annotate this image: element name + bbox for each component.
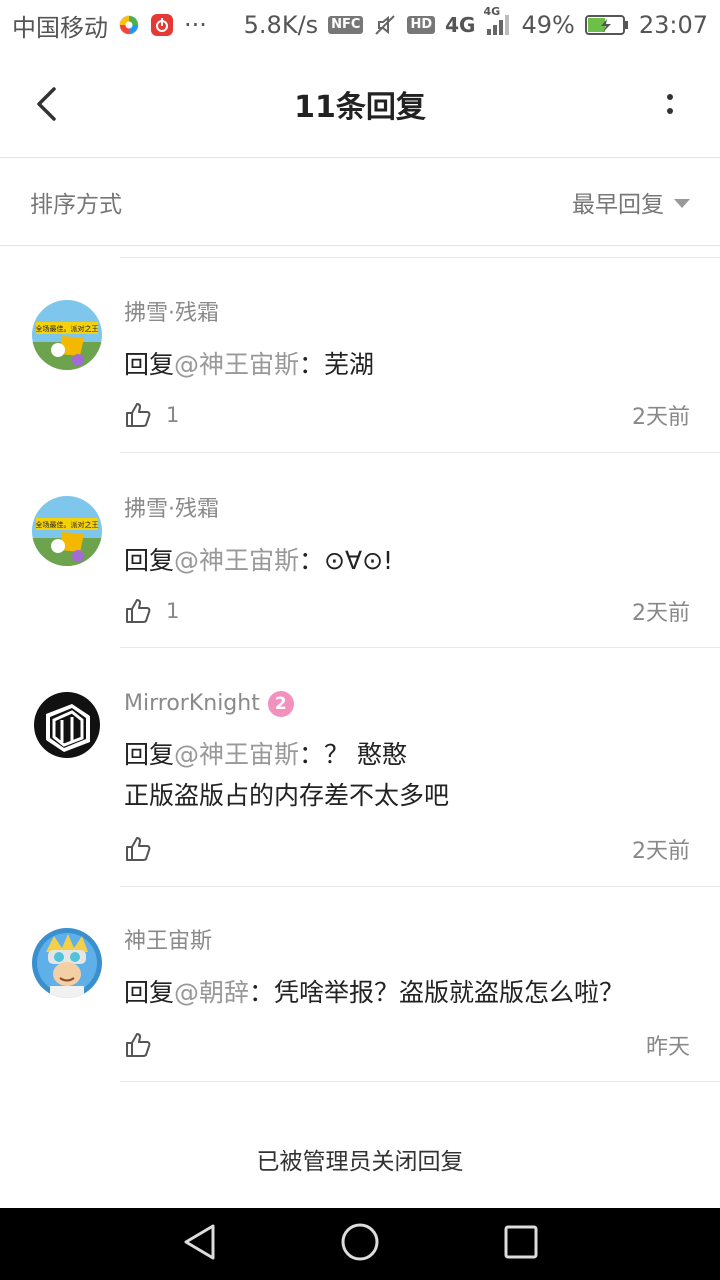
reply-content-line2: 正版盗版占的内存差不太多吧 [124, 781, 450, 810]
status-bar: 中国移动 ··· 5.8K/s NFC HD 4G 4G 49% 23:07 [0, 0, 720, 50]
network-type-secondary: 4G [483, 5, 501, 18]
divider [120, 452, 720, 453]
like-button[interactable]: 1 [124, 401, 179, 429]
nav-recents-button[interactable] [503, 1224, 539, 1264]
avatar-banner-text: 全场最佳。派对之王 [36, 520, 99, 529]
sort-label: 排序方式 [30, 191, 122, 218]
replies-closed-notice: 已被管理员关闭回复 [256, 1149, 464, 1175]
reply-content: 回复@神王宙斯：芜湖 [124, 350, 375, 379]
like-button[interactable] [124, 835, 166, 863]
like-count: 1 [166, 599, 180, 623]
like-button[interactable] [124, 1031, 166, 1059]
page-title: 11条回复 [294, 89, 426, 125]
network-speed: 5.8K/s [243, 11, 319, 39]
top-app-bar: 11条回复 [0, 50, 720, 158]
app-notification-icon [118, 14, 140, 36]
reply-content: 回复@神王宙斯：？ 憨憨 正版盗版占的内存差不太多吧 [124, 734, 690, 816]
more-options-button[interactable] [660, 84, 680, 124]
signal-icon: 4G [483, 5, 511, 37]
battery-percent: 49% [521, 11, 575, 39]
like-count: 1 [166, 403, 180, 427]
clock: 23:07 [638, 11, 708, 39]
system-navigation-bar [0, 1208, 720, 1280]
thumbs-up-icon [126, 599, 151, 623]
thumbs-up-icon [126, 837, 151, 861]
avatar[interactable] [32, 928, 102, 998]
mute-icon [373, 13, 397, 37]
reply-item: 全场最佳。派对之王 拂雪·残霜 回复@神王宙斯：⊙∀⊙! 1 2天前 [0, 496, 720, 648]
divider [120, 1081, 720, 1082]
reply-meta: 昨天 [124, 1028, 690, 1062]
username[interactable]: MirrorKnight 2 [124, 690, 690, 718]
sort-bar: 排序方式 最早回复 [0, 158, 720, 246]
triangle-back-icon [184, 1224, 215, 1260]
mention-link[interactable]: @朝辞 [174, 978, 249, 1007]
music-app-icon [150, 13, 174, 37]
sort-dropdown[interactable]: 最早回复 [572, 185, 690, 219]
thumbs-up-icon [126, 403, 151, 427]
user-level-badge: 2 [267, 691, 294, 717]
reply-time: 2天前 [632, 839, 690, 864]
divider [120, 257, 720, 258]
reply-time: 2天前 [632, 601, 690, 626]
like-button[interactable]: 1 [124, 597, 179, 625]
battery-charging-icon [584, 13, 629, 37]
divider [120, 886, 720, 887]
circle-home-icon [341, 1223, 379, 1261]
mention-link[interactable]: @神王宙斯 [174, 350, 299, 379]
more-vertical-icon [667, 94, 673, 100]
reply-content: 回复@神王宙斯：⊙∀⊙! [124, 546, 394, 575]
reply-meta: 2天前 [124, 832, 690, 866]
thumbs-up-icon [126, 1033, 151, 1057]
back-button[interactable] [26, 84, 66, 124]
mention-link[interactable]: @神王宙斯 [174, 546, 299, 575]
username[interactable]: 拂雪·残霜 [124, 300, 690, 328]
reply-meta: 1 2天前 [124, 594, 690, 628]
reply-item: MirrorKnight 2 回复@神王宙斯：？ 憨憨 正版盗版占的内存差不太多… [0, 690, 720, 886]
nav-back-button[interactable] [181, 1222, 217, 1266]
more-notifications-icon: ··· [184, 11, 207, 39]
reply-content: 回复@朝辞：凭啥举报？盗版就盗版怎么啦？ [124, 978, 625, 1007]
username[interactable]: 拂雪·残霜 [124, 496, 690, 524]
avatar[interactable] [32, 690, 102, 760]
back-arrow-icon [37, 87, 56, 121]
reply-time: 昨天 [645, 1035, 690, 1060]
reply-time: 2天前 [632, 405, 690, 430]
carrier-name: 中国移动 [12, 13, 108, 42]
sort-value: 最早回复 [572, 191, 664, 218]
caret-down-icon [674, 198, 690, 208]
nav-home-button[interactable] [340, 1222, 380, 1266]
square-recents-icon [504, 1225, 538, 1259]
reply-item: 全场最佳。派对之王 拂雪·残霜 回复@神王宙斯：芜湖 1 2天前 [0, 300, 720, 452]
reply-item: 神王宙斯 回复@朝辞：凭啥举报？盗版就盗版怎么啦？ 昨天 [0, 928, 720, 1082]
avatar-banner-text: 全场最佳。派对之王 [36, 324, 99, 333]
reply-meta: 1 2天前 [124, 398, 690, 432]
network-type: 4G [445, 13, 476, 37]
divider [120, 647, 720, 648]
mention-link[interactable]: @神王宙斯 [174, 740, 299, 769]
nfc-icon: NFC [328, 16, 364, 34]
username[interactable]: 神王宙斯 [124, 928, 690, 956]
avatar[interactable]: 全场最佳。派对之王 [32, 496, 102, 566]
hd-icon: HD [407, 16, 436, 34]
avatar[interactable]: 全场最佳。派对之王 [32, 300, 102, 370]
